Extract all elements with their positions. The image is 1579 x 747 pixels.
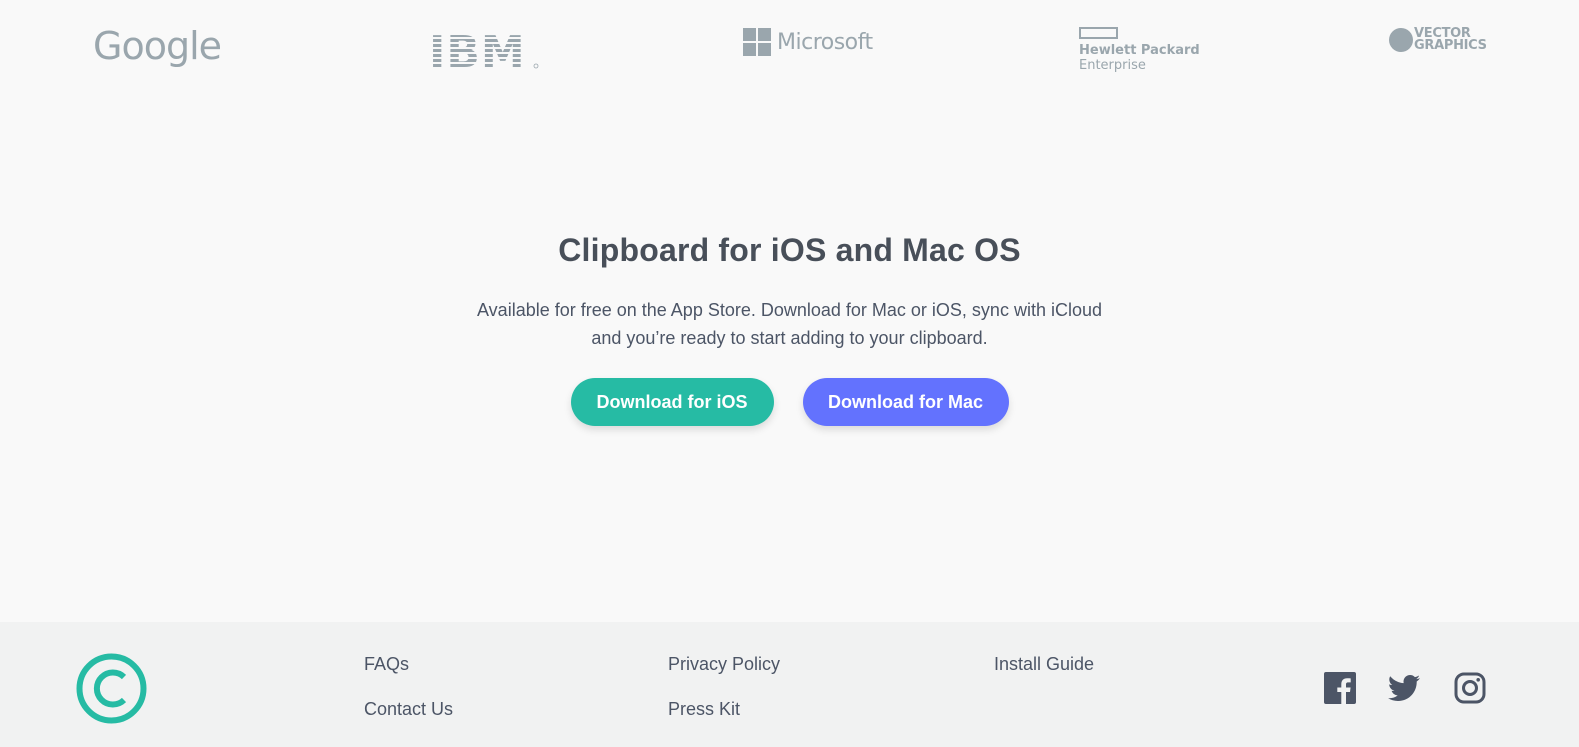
download-section: Clipboard for iOS and Mac OS Available f… (0, 230, 1579, 426)
footer: FAQs Contact Us Privacy Policy Press Kit… (0, 622, 1579, 747)
ibm-logo-mark: IBM (429, 28, 539, 70)
footer-link-privacy-policy[interactable]: Privacy Policy (668, 653, 780, 675)
microsoft-logo: Microsoft (743, 28, 873, 56)
vector-logo-line2: GRAPHICS (1414, 38, 1487, 53)
download-buttons: Download for iOS Download for Mac (0, 378, 1579, 426)
twitter-icon[interactable] (1388, 672, 1420, 704)
download-ios-button[interactable]: Download for iOS (570, 378, 774, 426)
hpe-logo: Hewlett Packard Enterprise (1079, 27, 1200, 73)
ibm-logo: IBM (429, 28, 539, 75)
microsoft-logo-grid (743, 28, 771, 56)
vector-logo-text: VECTOR GRAPHICS (1414, 27, 1487, 53)
download-mac-button[interactable]: Download for Mac (802, 378, 1009, 426)
instagram-icon[interactable] (1454, 672, 1486, 704)
facebook-icon[interactable] (1324, 672, 1356, 704)
footer-link-press-kit[interactable]: Press Kit (668, 698, 740, 720)
vector-graphics-logo: VECTOR GRAPHICS (1389, 27, 1487, 53)
google-logo: Google (93, 20, 222, 72)
footer-link-install-guide[interactable]: Install Guide (994, 653, 1094, 675)
footer-link-faqs[interactable]: FAQs (364, 653, 409, 675)
section-title: Clipboard for iOS and Mac OS (558, 232, 1021, 268)
section-description: Available for free on the App Store. Dow… (477, 300, 1102, 348)
google-logo-text: Google (93, 24, 222, 68)
ibm-logo-text: IBM (429, 28, 526, 70)
hpe-logo-line1: Hewlett Packard (1079, 43, 1200, 58)
vector-logo-dot (1389, 28, 1413, 52)
hpe-logo-rectangle (1079, 27, 1118, 39)
microsoft-logo-text: Microsoft (777, 29, 873, 55)
hpe-logo-line2: Enterprise (1079, 58, 1146, 73)
footer-link-contact-us[interactable]: Contact Us (364, 698, 453, 720)
clipboard-logo-icon[interactable] (76, 653, 147, 724)
partner-logos: Google IBM Microsoft Hewlett Packard Ent… (0, 0, 1579, 100)
